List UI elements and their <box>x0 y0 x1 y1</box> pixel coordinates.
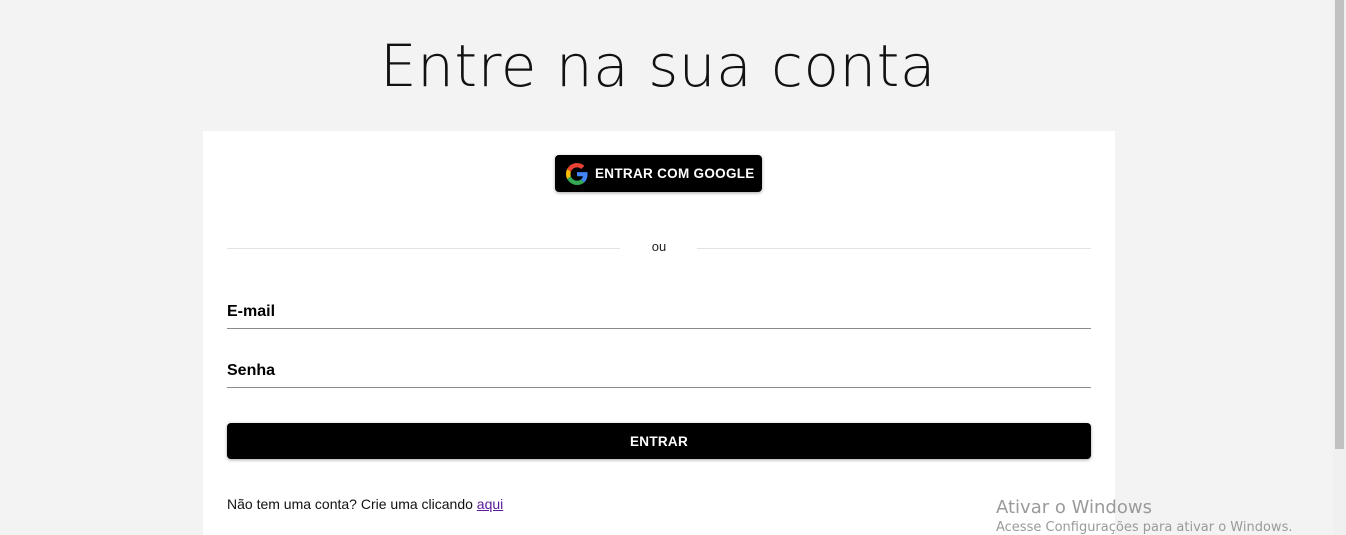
signup-prompt-text: Não tem uma conta? Crie uma clicando <box>227 496 477 512</box>
signup-prompt: Não tem uma conta? Crie uma clicando aqu… <box>227 496 503 512</box>
google-signin-button[interactable]: ENTRAR COM GOOGLE <box>555 155 762 192</box>
signup-link[interactable]: aqui <box>477 496 503 512</box>
vertical-scrollbar[interactable] <box>1333 0 1346 535</box>
email-label: E-mail <box>227 303 276 320</box>
divider-line-right <box>697 248 1091 249</box>
login-page: Entre na sua conta ENTRAR COM GOOGLE ou … <box>0 0 1346 535</box>
page-title: Entre na sua conta <box>380 32 936 100</box>
login-card: ENTRAR COM GOOGLE ou E-mail Senha ENTRAR… <box>203 131 1115 535</box>
watermark-title: Ativar o Windows <box>996 497 1152 518</box>
password-label: Senha <box>227 362 276 379</box>
scrollbar-thumb[interactable] <box>1335 0 1344 449</box>
watermark-subtitle: Acesse Configurações para ativar o Windo… <box>996 520 1293 535</box>
windows-activation-watermark: Ativar o Windows Acesse Configurações pa… <box>996 497 1292 535</box>
google-icon <box>566 162 588 185</box>
login-submit-button[interactable]: ENTRAR <box>227 423 1091 459</box>
email-field[interactable]: E-mail <box>227 290 1091 329</box>
or-divider: ou <box>227 239 1091 255</box>
password-field[interactable]: Senha <box>227 349 1091 388</box>
google-signin-label: ENTRAR COM GOOGLE <box>595 166 755 181</box>
divider-text: ou <box>651 239 667 254</box>
